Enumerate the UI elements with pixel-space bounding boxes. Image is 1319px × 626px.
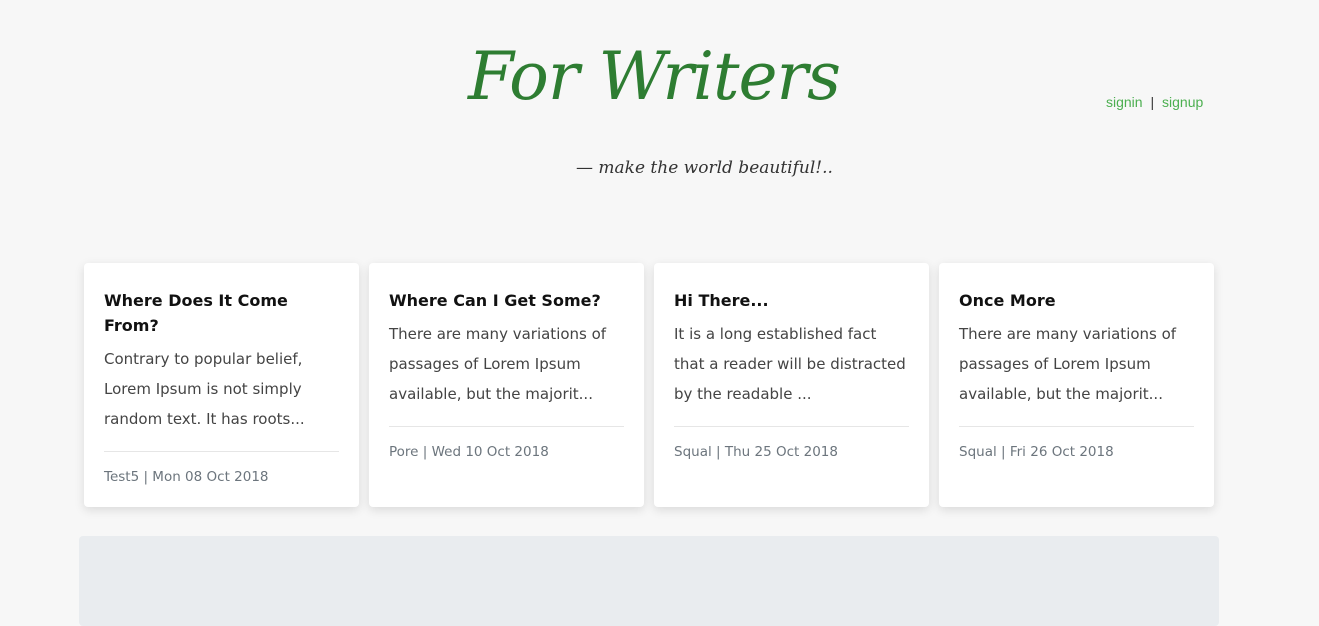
card-divider bbox=[389, 426, 624, 427]
card-divider bbox=[104, 451, 339, 452]
post-meta: Pore | Wed 10 Oct 2018 bbox=[389, 444, 549, 460]
post-meta: Squal | Thu 25 Oct 2018 bbox=[674, 444, 838, 460]
post-excerpt: It is a long established fact that a rea… bbox=[674, 325, 906, 403]
signin-link[interactable]: signin bbox=[1106, 94, 1143, 110]
signup-link[interactable]: signup bbox=[1162, 94, 1203, 110]
post-excerpt: There are many variations of passages of… bbox=[959, 325, 1177, 403]
post-meta: Squal | Fri 26 Oct 2018 bbox=[959, 444, 1114, 460]
post-title[interactable]: Once More bbox=[959, 288, 1194, 313]
post-card[interactable]: Hi There... It is a long established fac… bbox=[654, 263, 929, 507]
card-divider bbox=[959, 426, 1194, 427]
post-title[interactable]: Where Does It Come From? bbox=[104, 288, 339, 338]
post-excerpt: Contrary to popular belief, Lorem Ipsum … bbox=[104, 350, 305, 428]
bottom-panel bbox=[79, 536, 1219, 626]
post-meta: Test5 | Mon 08 Oct 2018 bbox=[104, 469, 269, 485]
post-card[interactable]: Once More There are many variations of p… bbox=[939, 263, 1214, 507]
post-card[interactable]: Where Can I Get Some? There are many var… bbox=[369, 263, 644, 507]
post-title[interactable]: Where Can I Get Some? bbox=[389, 288, 624, 313]
post-excerpt: There are many variations of passages of… bbox=[389, 325, 607, 403]
auth-separator: | bbox=[1150, 94, 1155, 110]
auth-links: signin | signup bbox=[1106, 94, 1203, 110]
post-card-list: Where Does It Come From? Contrary to pop… bbox=[84, 263, 1214, 507]
site-tagline: — make the world beautiful!.. bbox=[576, 158, 833, 178]
post-title[interactable]: Hi There... bbox=[674, 288, 909, 313]
post-card[interactable]: Where Does It Come From? Contrary to pop… bbox=[84, 263, 359, 507]
card-divider bbox=[674, 426, 909, 427]
site-title: For Writers bbox=[468, 38, 841, 115]
